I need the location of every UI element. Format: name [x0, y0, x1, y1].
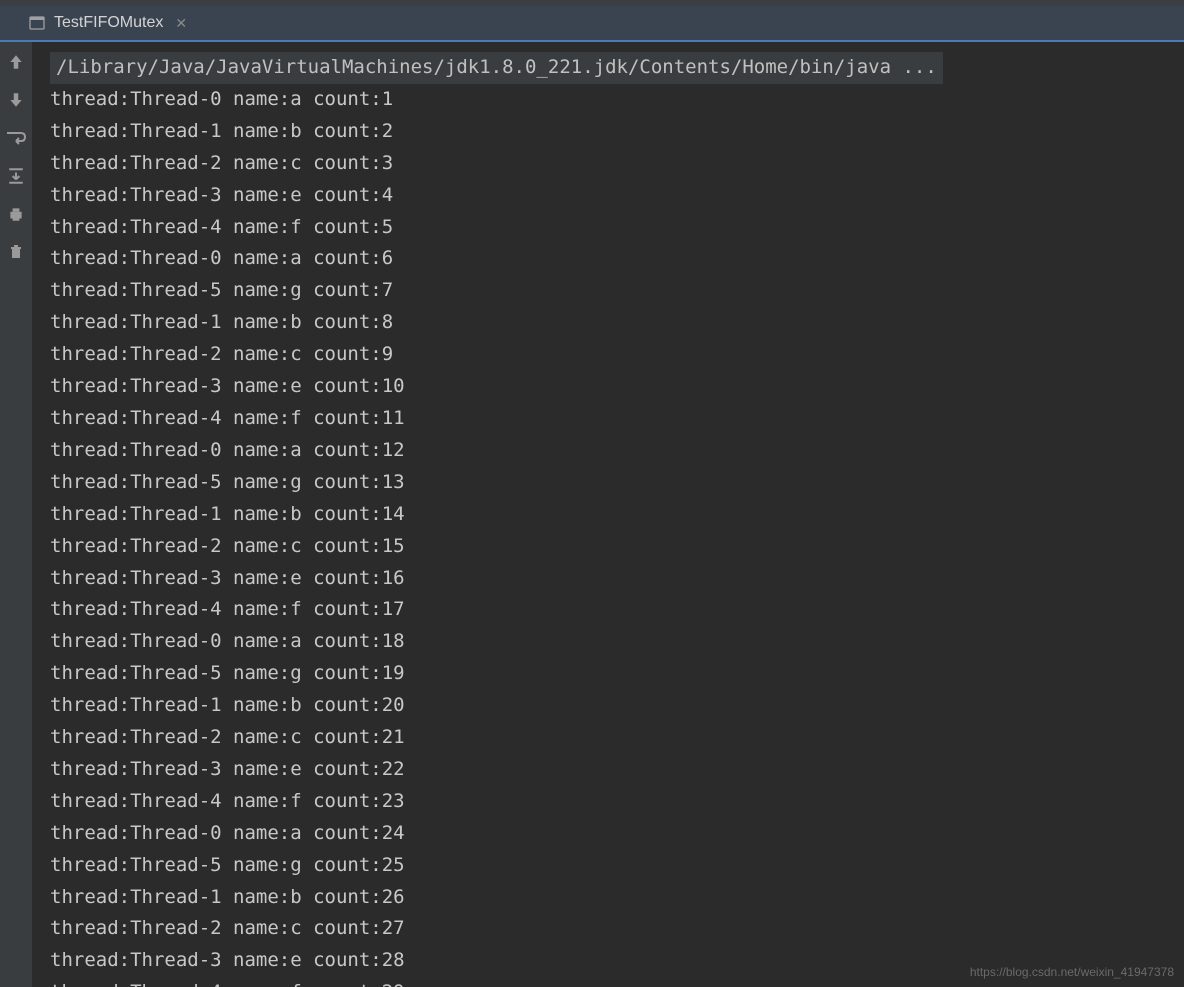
output-line: thread:Thread-1 name:b count:8	[50, 307, 1166, 339]
output-line: thread:Thread-3 name:e count:10	[50, 371, 1166, 403]
output-line: thread:Thread-3 name:e count:22	[50, 754, 1166, 786]
output-line: thread:Thread-0 name:a count:1	[50, 84, 1166, 116]
output-line: thread:Thread-2 name:c count:27	[50, 913, 1166, 945]
output-line: thread:Thread-2 name:c count:3	[50, 148, 1166, 180]
console-output[interactable]: /Library/Java/JavaVirtualMachines/jdk1.8…	[32, 42, 1184, 987]
clear-icon[interactable]	[6, 242, 26, 262]
watermark: https://blog.csdn.net/weixin_41947378	[970, 965, 1174, 979]
output-line: thread:Thread-1 name:b count:26	[50, 882, 1166, 914]
tab-title: TestFIFOMutex	[54, 14, 163, 32]
output-line: thread:Thread-5 name:g count:25	[50, 850, 1166, 882]
tab-run-config[interactable]: TestFIFOMutex ✕	[20, 14, 195, 32]
command-line: /Library/Java/JavaVirtualMachines/jdk1.8…	[50, 52, 943, 84]
output-line: thread:Thread-4 name:f count:17	[50, 594, 1166, 626]
soft-wrap-icon[interactable]	[6, 128, 26, 148]
output-line: thread:Thread-0 name:a count:6	[50, 243, 1166, 275]
gutter	[0, 42, 32, 987]
output-line: thread:Thread-2 name:c count:9	[50, 339, 1166, 371]
output-line: thread:Thread-0 name:a count:18	[50, 626, 1166, 658]
close-icon[interactable]: ✕	[175, 15, 187, 32]
output-line: thread:Thread-5 name:g count:19	[50, 658, 1166, 690]
output-line: thread:Thread-4 name:f count:23	[50, 786, 1166, 818]
arrow-up-icon[interactable]	[6, 52, 26, 72]
output-line: thread:Thread-1 name:b count:14	[50, 499, 1166, 531]
output-line: thread:Thread-4 name:f count:5	[50, 212, 1166, 244]
output-line: thread:Thread-0 name:a count:24	[50, 818, 1166, 850]
output-line: thread:Thread-4 name:f count:11	[50, 403, 1166, 435]
output-line: thread:Thread-2 name:c count:15	[50, 531, 1166, 563]
output-line: thread:Thread-3 name:e count:4	[50, 180, 1166, 212]
output-line: thread:Thread-5 name:g count:7	[50, 275, 1166, 307]
output-line: thread:Thread-0 name:a count:12	[50, 435, 1166, 467]
print-icon[interactable]	[6, 204, 26, 224]
main-area: /Library/Java/JavaVirtualMachines/jdk1.8…	[0, 42, 1184, 987]
output-line: thread:Thread-5 name:g count:13	[50, 467, 1166, 499]
output-line: thread:Thread-1 name:b count:20	[50, 690, 1166, 722]
output-line: thread:Thread-3 name:e count:16	[50, 563, 1166, 595]
scroll-to-end-icon[interactable]	[6, 166, 26, 186]
console-icon	[28, 14, 46, 32]
tab-bar: TestFIFOMutex ✕	[0, 6, 1184, 42]
output-line: thread:Thread-1 name:b count:2	[50, 116, 1166, 148]
arrow-down-icon[interactable]	[6, 90, 26, 110]
output-line: thread:Thread-2 name:c count:21	[50, 722, 1166, 754]
